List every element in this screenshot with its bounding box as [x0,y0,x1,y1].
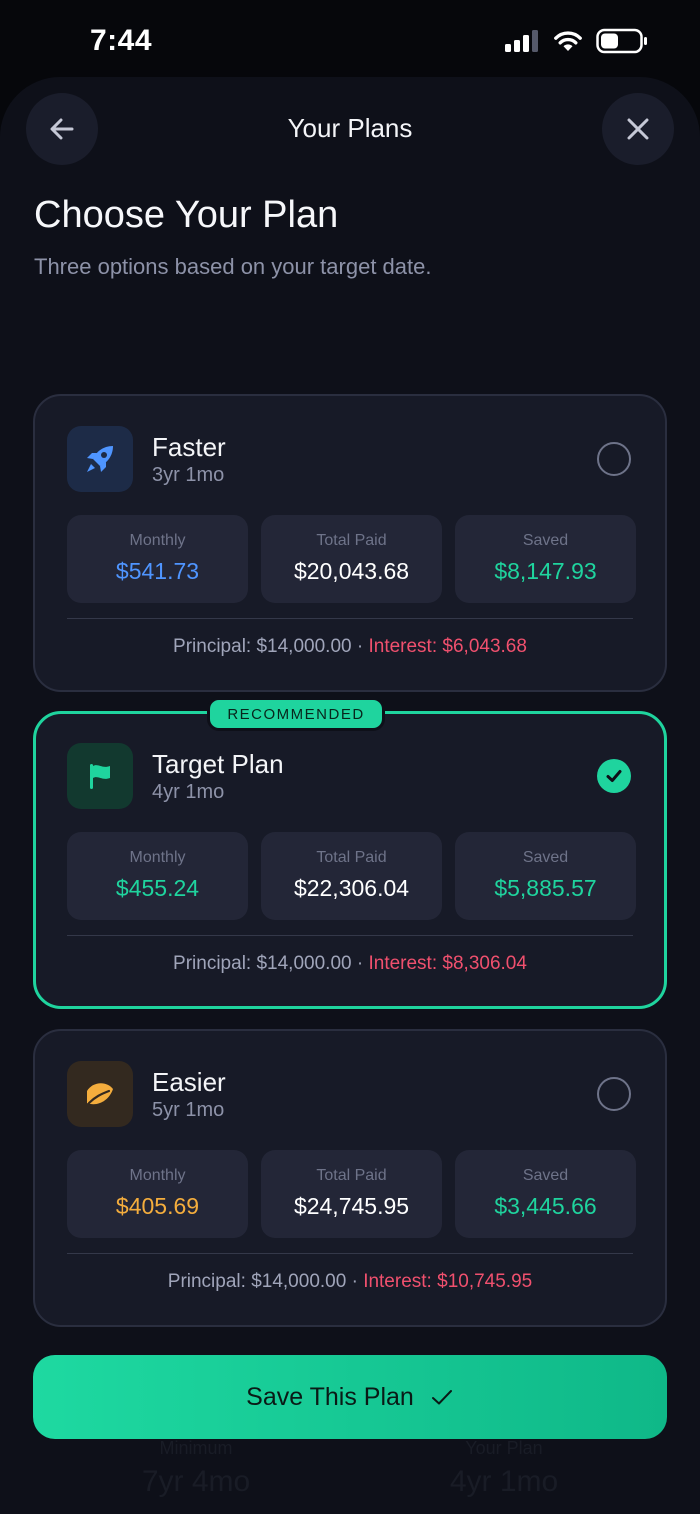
nav-title: Your Plans [287,113,413,143]
separator-dot: · [356,953,364,974]
stat-monthly: Monthly $455.24 [67,832,248,920]
plan-duration: 3yr 1mo [152,464,225,486]
stat-total-paid: Total Paid $24,745.95 [261,1150,442,1238]
plan-name: Faster [152,432,226,462]
interest-label: Interest: [368,953,438,974]
stat-total-paid: Total Paid $22,306.04 [261,832,442,920]
stat-monthly: Monthly $405.69 [67,1150,248,1238]
plan-breakdown: Principal: $14,000.00 · Interest: $10,74… [35,1271,665,1293]
plan-radio[interactable] [597,442,631,476]
plan-name: Target Plan [152,749,284,779]
your-plan-label: Your Plan [465,1438,543,1458]
stat-label: Saved [522,1167,569,1184]
stat-saved: Saved $5,885.57 [455,832,636,920]
stat-label: Total Paid [316,1167,387,1184]
save-plan-button[interactable]: Save This Plan [33,1355,667,1439]
interest-value: $10,745.95 [437,1271,533,1292]
plan-breakdown: Principal: $14,000.00 · Interest: $8,306… [36,953,664,975]
stat-label: Total Paid [316,849,387,866]
interest-value: $6,043.68 [442,636,527,657]
flag-icon [90,764,110,789]
principal-value: $14,000.00 [256,636,352,657]
stat-value: $24,745.95 [293,1193,410,1219]
interest-value: $8,306.04 [442,953,527,974]
check-icon [431,1390,452,1405]
divider [67,1253,633,1254]
principal-label: Principal: [173,636,252,657]
principal-label: Principal: [173,953,252,974]
battery-icon [596,28,647,54]
stat-value: $541.73 [115,558,200,584]
plan-card-faster[interactable]: Faster 3yr 1mo Monthly $541.73 Total Pai… [33,394,667,692]
plan-icon-tile [67,426,133,492]
save-plan-label: Save This Plan [246,1382,414,1411]
divider [67,618,633,619]
stat-label: Total Paid [316,532,387,549]
stat-total-paid: Total Paid $20,043.68 [261,515,442,603]
plan-card-easier[interactable]: Easier 5yr 1mo Monthly $405.69 Total Pai… [33,1029,667,1327]
close-icon [627,118,649,140]
stat-value: $8,147.93 [494,558,597,584]
plan-radio[interactable] [597,1077,631,1111]
stat-label: Monthly [129,532,186,549]
divider [67,935,633,936]
plan-breakdown: Principal: $14,000.00 · Interest: $6,043… [35,636,665,658]
stat-label: Saved [522,532,569,549]
plan-duration: 4yr 1mo [152,781,225,803]
page-title: Choose Your Plan [34,194,339,236]
plan-icon-tile [67,1061,133,1127]
principal-value: $14,000.00 [256,953,352,974]
leaf-icon [87,1083,113,1105]
stat-label: Monthly [129,849,186,866]
status-time: 7:44 [90,24,153,57]
your-plan-value: 4yr 1mo [449,1465,559,1498]
plan-radio-checked[interactable] [597,759,631,793]
stat-value: $20,043.68 [293,558,410,584]
stat-value: $3,445.66 [494,1193,597,1219]
stat-saved: Saved $8,147.93 [455,515,636,603]
plan-name: Easier [152,1067,226,1097]
status-bar: 7:44 [0,0,700,80]
stat-value: $405.69 [115,1193,200,1219]
stat-value: $22,306.04 [293,875,410,901]
plan-icon-tile [67,743,133,809]
stat-label: Saved [522,849,569,866]
separator-dot: · [356,636,364,657]
minimum-duration: Minimum 7yr 4mo [46,1438,346,1499]
stat-value: $455.24 [115,875,200,901]
check-icon [606,770,622,782]
your-plan-duration: Your Plan 4yr 1mo [354,1438,654,1499]
stat-monthly: Monthly $541.73 [67,515,248,603]
plan-duration: 5yr 1mo [152,1099,225,1121]
recommended-badge: RECOMMENDED [207,697,385,731]
stat-label: Monthly [129,1167,186,1184]
interest-label: Interest: [363,1271,432,1292]
plan-card-target[interactable]: Target Plan 4yr 1mo Monthly $455.24 Tota… [33,711,667,1009]
wifi-icon [554,31,582,51]
minimum-label: Minimum [159,1438,233,1458]
close-button[interactable] [602,93,674,165]
stat-value: $5,885.57 [494,875,597,901]
separator-dot: · [351,1271,358,1292]
interest-label: Interest: [368,636,438,657]
principal-value: $14,000.00 [251,1271,347,1292]
minimum-value: 7yr 4mo [141,1465,251,1498]
page-subtitle: Three options based on your target date. [34,254,432,279]
signal-icon [505,30,538,52]
rocket-icon [87,446,113,472]
status-icons [504,28,648,54]
stat-saved: Saved $3,445.66 [455,1150,636,1238]
principal-label: Principal: [167,1271,246,1292]
